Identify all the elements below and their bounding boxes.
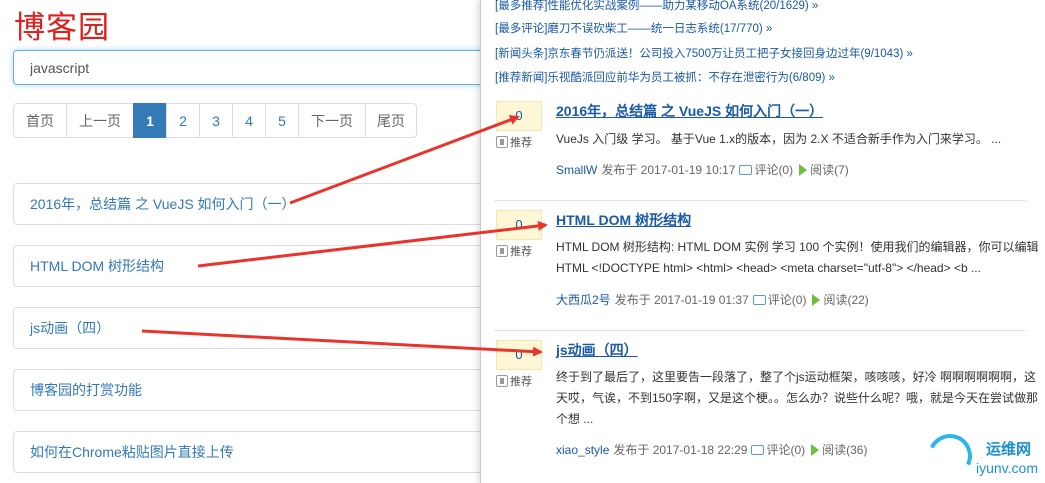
recommend-label: 推荐 (510, 376, 532, 388)
page-4-button[interactable]: 4 (232, 103, 266, 138)
result-item[interactable]: 博客园的打赏功能 (13, 369, 493, 411)
result-item[interactable]: 2016年，总结篇 之 VueJS 如何入门（一） (13, 183, 493, 225)
news-link[interactable]: [最多评论]磨刀不误砍柴工——统一日志系统(17/770) » (495, 20, 772, 36)
post-author-link[interactable]: 大西瓜2号 (556, 291, 611, 308)
read-icon (799, 163, 808, 176)
vote-box: 0 推荐 (496, 210, 542, 262)
comment-count-link[interactable]: 评论(0) (766, 441, 805, 458)
watermark-arc-icon (921, 427, 979, 483)
recommend-label: 推荐 (510, 137, 532, 149)
comment-icon (751, 444, 765, 455)
post-title-link[interactable]: HTML DOM 树形结构 (556, 210, 691, 230)
post-date: 发布于 2017-01-19 01:37 (614, 293, 749, 307)
post-summary: 终于到了最后了，这里要告一段落了，整了个js运动框架，咳咳咳，好冷 啊啊啊啊啊啊… (556, 370, 1039, 426)
site-logo[interactable]: 博客园 (14, 2, 110, 47)
recommend-button[interactable]: 推荐 (496, 373, 542, 389)
read-count: 阅读(7) (810, 163, 849, 177)
vote-count: 0 (496, 340, 542, 370)
vote-box: 0 推荐 (496, 340, 542, 392)
page-1-button[interactable]: 1 (133, 103, 167, 138)
read-icon (812, 293, 821, 306)
post-date: 发布于 2017-01-18 22:29 (613, 443, 748, 457)
post-title-link[interactable]: 2016年，总结篇 之 VueJS 如何入门（一） (556, 101, 823, 121)
page-3-button[interactable]: 3 (199, 103, 233, 138)
vote-count: 0 (496, 101, 542, 131)
result-item[interactable]: HTML DOM 树形结构 (13, 245, 493, 287)
vote-count: 0 (496, 210, 542, 240)
recommend-label: 推荐 (510, 246, 532, 258)
news-link[interactable]: [最多推荐]性能优化实战案例——助力某移动OA系统(20/1629) » (495, 0, 818, 13)
page-last-button[interactable]: 尾页 (365, 103, 417, 138)
post-summary: VueJs 入门级 学习。 基于Vue 1.x的版本，因为 2.X 不适合新手作… (556, 132, 1002, 146)
recommend-button[interactable]: 推荐 (496, 134, 542, 150)
page-first-button[interactable]: 首页 (13, 103, 67, 138)
comment-icon (739, 164, 753, 175)
post-author-link[interactable]: SmallW (556, 163, 597, 177)
pagination: 首页 上一页 1 2 3 4 5 下一页 尾页 (13, 103, 417, 138)
search-results-panel: 博客园 首页 上一页 1 2 3 4 5 下一页 尾页 2016年，总结篇 之 … (0, 0, 493, 483)
result-item[interactable]: js动画（四） (13, 307, 493, 349)
divider (495, 330, 1026, 331)
result-item[interactable]: 如何在Chrome粘贴图片直接上传 (13, 431, 493, 473)
page-prev-button[interactable]: 上一页 (66, 103, 134, 138)
recommend-button[interactable]: 推荐 (496, 243, 542, 259)
watermark-logo: 运维网 iyunv.com (921, 427, 1040, 483)
comment-count-link[interactable]: 评论(0) (754, 161, 793, 178)
comment-icon (752, 294, 766, 305)
post-date: 发布于 2017-01-19 10:17 (601, 163, 736, 177)
watermark-line1: 运维网 (986, 441, 1032, 458)
thumbs-up-icon (496, 375, 508, 387)
news-link[interactable]: [新闻头条]京东春节仍派送！公司投入7500万让员工把子女接回身边过年(9/10… (495, 45, 913, 61)
search-input[interactable] (13, 50, 493, 85)
page-next-button[interactable]: 下一页 (298, 103, 366, 138)
divider (495, 200, 1026, 201)
post-meta: 大西瓜2号 发布于 2017-01-19 01:37 评论(0) 阅读(22) (556, 291, 869, 308)
comment-count-link[interactable]: 评论(0) (768, 291, 807, 308)
post-summary: HTML DOM 树形结构: HTML DOM 实例 学习 100 个实例！使用… (556, 240, 1039, 275)
read-count: 阅读(22) (823, 293, 869, 307)
page-5-button[interactable]: 5 (265, 103, 299, 138)
read-count: 阅读(36) (822, 443, 868, 457)
post-title-link[interactable]: js动画（四） (556, 340, 638, 360)
thumbs-up-icon (496, 245, 508, 257)
watermark-line2: iyunv.com (976, 460, 1038, 476)
blog-feed-panel: [最多推荐]性能优化实战案例——助力某移动OA系统(20/1629) » [最多… (480, 0, 1045, 483)
thumbs-up-icon (496, 136, 508, 148)
vote-box: 0 推荐 (496, 101, 542, 153)
news-link[interactable]: [推荐新闻]乐视酷派回应前华为员工被抓：不存在泄密行为(6/809) » (495, 69, 835, 85)
page-2-button[interactable]: 2 (166, 103, 200, 138)
read-icon (811, 443, 820, 456)
post-meta: xiao_style 发布于 2017-01-18 22:29 评论(0) 阅读… (556, 441, 867, 458)
post-meta: SmallW 发布于 2017-01-19 10:17 评论(0) 阅读(7) (556, 161, 849, 178)
post-author-link[interactable]: xiao_style (556, 443, 609, 457)
